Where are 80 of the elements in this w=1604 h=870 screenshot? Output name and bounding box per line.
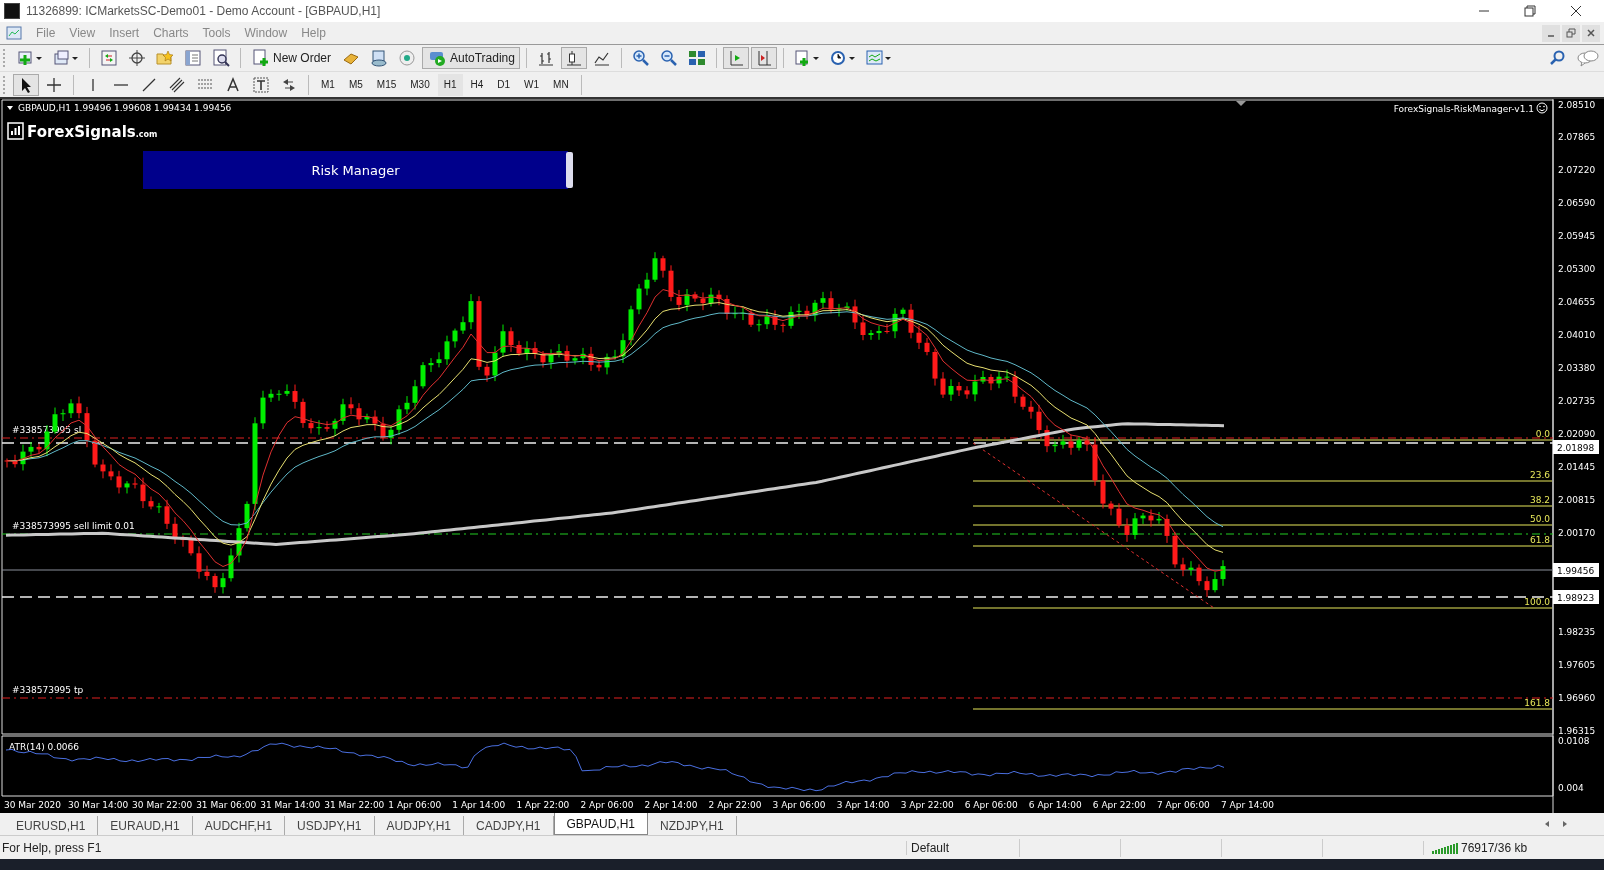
timeframe-button[interactable]: MN	[547, 73, 575, 96]
timeframe-button[interactable]: M5	[342, 73, 369, 96]
price-axis-label: 1.96960	[1558, 692, 1596, 703]
time-axis-label: 30 Mar 2020	[4, 800, 62, 810]
time-axis-label: 1 Apr 14:00	[452, 800, 506, 810]
time-axis-label: 30 Mar 22:00	[132, 800, 193, 810]
time-axis-label: 3 Apr 06:00	[772, 800, 826, 810]
time-axis-label: 31 Mar 22:00	[324, 800, 385, 810]
timeframe-button[interactable]: W1	[518, 73, 546, 96]
chart-tab[interactable]: AUDJPY,H1	[374, 816, 465, 835]
price-axis-label: 2.08510	[1558, 99, 1596, 110]
price-axis-label: 2.01445	[1558, 461, 1596, 472]
time-axis-label: 31 Mar 14:00	[260, 800, 321, 810]
time-axis-label: 3 Apr 22:00	[900, 800, 954, 810]
time-axis-label: 2 Apr 14:00	[644, 800, 698, 810]
indicator-axis-label: 0.0108	[1558, 736, 1590, 746]
status-help: For Help, press F1	[1, 840, 103, 855]
expert-name: ForexSignals-RiskManager-v1.1	[1393, 104, 1534, 114]
time-axis-label: 6 Apr 22:00	[1092, 800, 1146, 810]
timeframe-button[interactable]: M15	[370, 73, 403, 96]
time-axis-label: 30 Mar 14:00	[68, 800, 129, 810]
autotrading-button[interactable]: AutoTrading	[422, 47, 520, 69]
fibonacci-label: 38.2	[1529, 495, 1550, 505]
price-marker: 1.99456	[1553, 563, 1599, 577]
fibonacci-label: 0.0	[1535, 429, 1550, 439]
time-axis-label: 1 Apr 22:00	[516, 800, 570, 810]
logo-text: ForexSignals.com	[27, 123, 158, 141]
chart-tab[interactable]: EURUSD,H1	[4, 816, 99, 835]
price-axis-label: 2.00170	[1558, 527, 1596, 538]
price-axis-label: 2.05945	[1558, 231, 1596, 242]
price-axis-label: 2.03380	[1558, 363, 1596, 374]
time-axis-label: 2 Apr 06:00	[580, 800, 634, 810]
price-axis-label: 1.98235	[1558, 626, 1596, 637]
price-axis-label: 2.02735	[1558, 396, 1596, 407]
price-axis-label: 2.06590	[1558, 198, 1596, 209]
indicator-label: ATR(14) 0.0066	[9, 742, 80, 752]
price-axis-label: 2.04010	[1558, 330, 1596, 341]
price-axis-label: 2.05300	[1558, 264, 1596, 275]
price-marker: 1.98923	[1553, 590, 1599, 604]
time-axis-label: 31 Mar 06:00	[196, 800, 257, 810]
new-order-button[interactable]: New Order	[247, 47, 336, 69]
chart-tab[interactable]: AUDCHF,H1	[192, 816, 286, 835]
status-profile: Default	[906, 840, 1019, 855]
price-marker: 2.01898	[1553, 440, 1599, 454]
window-title: 11326899: ICMarketsSC-Demo01 - Demo Account - [GBPAUD,H1]	[26, 4, 381, 18]
fibonacci-label: 61.8	[1529, 535, 1550, 545]
chart-tab[interactable]: GBPAUD,H1	[553, 813, 648, 835]
price-axis-label: 2.07865	[1558, 132, 1596, 143]
chart-tab[interactable]: USDJPY,H1	[285, 816, 375, 835]
fibonacci-label: 100.0	[1524, 597, 1550, 607]
order-label: #338573995 tp	[12, 685, 84, 695]
chart-tab[interactable]: CADJPY,H1	[464, 816, 554, 835]
chart-tab[interactable]: EURAUD,H1	[98, 816, 193, 835]
timeframe-button[interactable]: H4	[464, 73, 490, 96]
timeframe-button[interactable]: D1	[491, 73, 517, 96]
time-axis-label: 7 Apr 06:00	[1156, 800, 1210, 810]
price-axis-label: 2.00815	[1558, 494, 1596, 505]
symbol-info: GBPAUD,H1 1.99496 1.99608 1.99434 1.99456	[18, 103, 232, 113]
timeframe-button[interactable]: H1	[437, 73, 463, 96]
time-axis-label: 1 Apr 06:00	[388, 800, 442, 810]
time-axis-label: 2 Apr 22:00	[708, 800, 762, 810]
time-axis-label: 6 Apr 06:00	[964, 800, 1018, 810]
fibonacci-label: 23.6	[1529, 470, 1550, 480]
price-axis-label: 2.04655	[1558, 297, 1596, 308]
timeframe-button[interactable]: M30	[404, 73, 436, 96]
timeframe-button[interactable]: M1	[315, 73, 341, 96]
status-traffic: 76917/36 kb	[1461, 840, 1528, 855]
price-axis-label: 2.07220	[1558, 165, 1596, 176]
indicator-axis-label: 0.004	[1558, 783, 1584, 793]
time-axis-label: 6 Apr 14:00	[1028, 800, 1082, 810]
risk-manager-button[interactable]: Risk Manager	[143, 151, 568, 189]
price-axis-label: 1.97605	[1558, 659, 1596, 670]
time-axis-label: 7 Apr 14:00	[1220, 800, 1274, 810]
chart-tab[interactable]: NZDJPY,H1	[648, 816, 737, 835]
order-label: #338573995 sell limit 0.01	[12, 521, 135, 531]
fibonacci-label: 50.0	[1529, 514, 1550, 524]
fibonacci-label: 161.8	[1524, 698, 1550, 708]
price-axis-label: 2.02090	[1558, 429, 1596, 439]
time-axis-label: 3 Apr 14:00	[836, 800, 890, 810]
price-axis-label: 1.96315	[1558, 725, 1596, 736]
